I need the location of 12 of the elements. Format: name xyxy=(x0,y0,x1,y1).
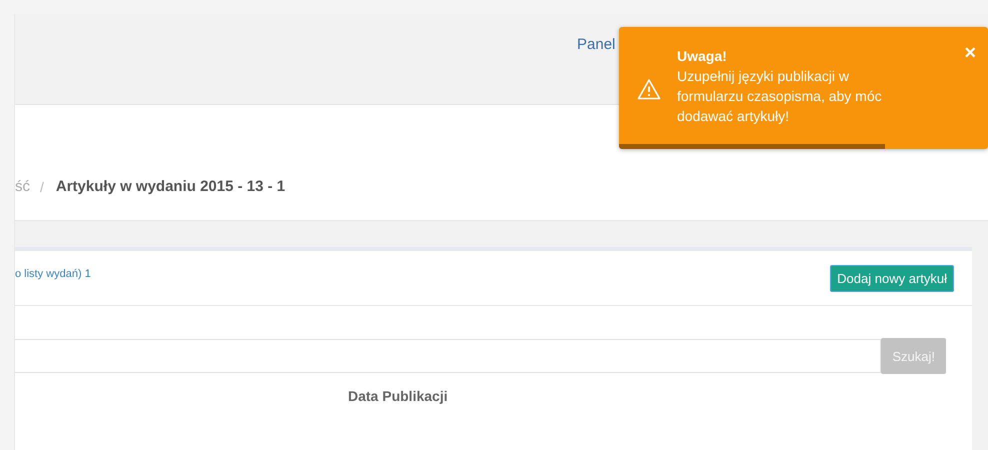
nav-link[interactable]: Panel xyxy=(577,36,616,54)
column-header: Data Publikacji xyxy=(348,388,448,404)
warning-icon xyxy=(637,78,661,100)
breadcrumb-item: Artykuły w wydaniu 2015 - 13 - 1 xyxy=(56,178,286,195)
toast-title: Uwaga! xyxy=(677,46,728,66)
toast-message: Uzupełnij języki publikacji w formularzu czasopisma, aby móc dodawać artykuły! xyxy=(677,66,883,126)
add-article-button[interactable]: Dodaj nowy artykuł xyxy=(830,264,954,292)
breadcrumb-separator: / xyxy=(40,178,44,194)
search-field[interactable] xyxy=(15,339,882,373)
back-link[interactable]: o listy wydań) 1 xyxy=(15,268,91,280)
close-button[interactable]: × xyxy=(964,43,976,63)
breadcrumb-item[interactable]: ść xyxy=(15,178,30,195)
